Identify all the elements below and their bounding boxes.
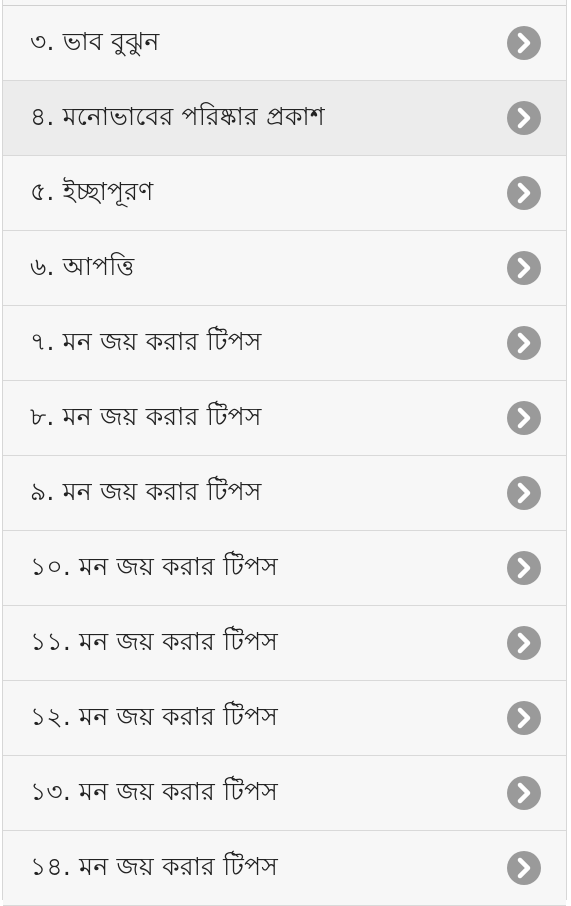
chevron-right-circle-icon	[507, 401, 541, 435]
chevron-right-circle-icon	[507, 551, 541, 585]
list-item-label: ১৩. মন জয় করার টিপস	[30, 776, 279, 806]
list-item-label: ৯. মন জয় করার টিপস	[30, 476, 262, 506]
list-item[interactable]: ১১. মন জয় করার টিপস	[3, 606, 566, 681]
list-item[interactable]: ৪. মনোভাবের পরিষ্কার প্রকাশ	[3, 81, 566, 156]
list-item-label: ১২. মন জয় করার টিপস	[30, 701, 279, 731]
list-item[interactable]: ১৩. মন জয় করার টিপস	[3, 756, 566, 831]
chevron-right-circle-icon	[507, 26, 541, 60]
chevron-right-circle-icon	[507, 701, 541, 735]
list-item-label: ৪. মনোভাবের পরিষ্কার প্রকাশ	[30, 101, 325, 131]
chevron-right-circle-icon	[507, 101, 541, 135]
list-item[interactable]: ৫. ইচ্ছাপূরণ	[3, 156, 566, 231]
list-item-label: ১১. মন জয় করার টিপস	[30, 626, 278, 656]
list-item[interactable]: ১২. মন জয় করার টিপস	[3, 681, 566, 756]
chevron-right-circle-icon	[507, 476, 541, 510]
chevron-right-circle-icon	[507, 251, 541, 285]
chevron-right-circle-icon	[507, 176, 541, 210]
chapter-list: ৩. ভাব বুঝুন ৪. মনোভাবের পরিষ্কার প্রকাশ…	[2, 0, 567, 906]
list-item-label: ৩. ভাব বুঝুন	[30, 26, 160, 56]
list-item-label: ৮. মন জয় করার টিপস	[30, 401, 262, 431]
list-item[interactable]: ৮. মন জয় করার টিপস	[3, 381, 566, 456]
list-item[interactable]: ১৪. মন জয় করার টিপস	[3, 831, 566, 906]
chevron-right-circle-icon	[507, 626, 541, 660]
list-item-label: ১০. মন জয় করার টিপস	[30, 551, 279, 581]
list-item[interactable]: ১০. মন জয় করার টিপস	[3, 531, 566, 606]
chevron-right-circle-icon	[507, 326, 541, 360]
list-item-label: ৫. ইচ্ছাপূরণ	[30, 176, 154, 206]
list-item-label: ৭. মন জয় করার টিপস	[30, 326, 262, 356]
list-item[interactable]: ৬. আপত্তি	[3, 231, 566, 306]
list-item-label: ৬. আপত্তি	[30, 251, 135, 281]
chevron-right-circle-icon	[507, 776, 541, 810]
list-item[interactable]: ৩. ভাব বুঝুন	[3, 6, 566, 81]
chevron-right-circle-icon	[507, 851, 541, 885]
list-item[interactable]: ৭. মন জয় করার টিপস	[3, 306, 566, 381]
list-item-label: ১৪. মন জয় করার টিপস	[30, 851, 278, 881]
list-item[interactable]: ৯. মন জয় করার টিপস	[3, 456, 566, 531]
